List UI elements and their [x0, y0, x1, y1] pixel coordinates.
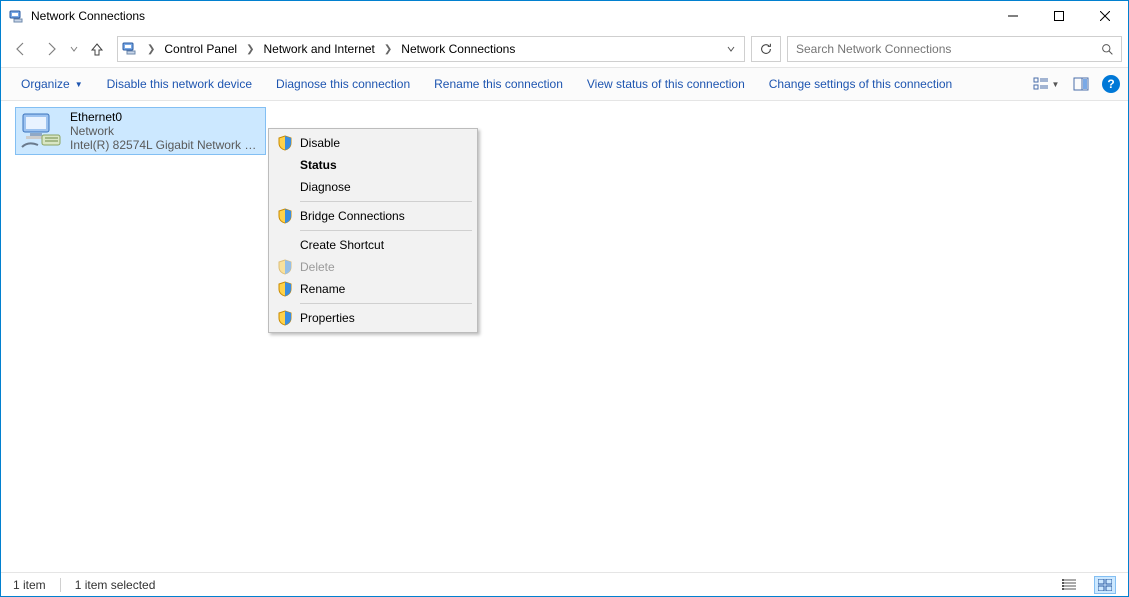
close-button[interactable]	[1082, 1, 1128, 31]
change-settings-command[interactable]: Change settings of this connection	[757, 68, 964, 100]
adapter-icon	[20, 111, 64, 151]
details-view-button[interactable]	[1058, 576, 1080, 594]
chevron-down-icon: ▼	[1052, 80, 1060, 89]
menu-label: Disable	[300, 136, 340, 150]
shield-icon	[277, 281, 293, 297]
titlebar: Network Connections	[1, 1, 1128, 31]
search-box[interactable]	[787, 36, 1122, 62]
menu-label: Create Shortcut	[300, 238, 384, 252]
maximize-button[interactable]	[1036, 1, 1082, 31]
chevron-right-icon[interactable]: ❯	[381, 44, 395, 55]
breadcrumb-item[interactable]: Network and Internet	[260, 37, 379, 61]
menu-create-shortcut[interactable]: Create Shortcut	[272, 234, 474, 256]
content-area[interactable]: Ethernet0 Network Intel(R) 82574L Gigabi…	[1, 101, 1128, 572]
rename-command[interactable]: Rename this connection	[422, 68, 575, 100]
chevron-right-icon[interactable]: ❯	[144, 44, 158, 55]
status-bar: 1 item 1 item selected	[1, 572, 1128, 596]
recent-dropdown[interactable]	[67, 35, 81, 63]
status-divider	[60, 578, 61, 592]
menu-status[interactable]: Status	[272, 154, 474, 176]
menu-diagnose[interactable]: Diagnose	[272, 176, 474, 198]
status-item-count: 1 item	[13, 578, 46, 592]
shield-icon	[277, 259, 293, 275]
shield-icon	[277, 135, 293, 151]
address-dropdown[interactable]	[722, 45, 740, 53]
back-button[interactable]	[7, 35, 35, 63]
adapter-device: Intel(R) 82574L Gigabit Network C...	[70, 138, 260, 152]
search-icon[interactable]	[1099, 43, 1115, 56]
status-selected-count: 1 item selected	[75, 578, 156, 592]
menu-disable[interactable]: Disable	[272, 132, 474, 154]
menu-delete: Delete	[272, 256, 474, 278]
menu-separator	[300, 201, 472, 202]
diagnose-command[interactable]: Diagnose this connection	[264, 68, 422, 100]
chevron-down-icon: ▼	[75, 80, 83, 89]
address-bar[interactable]: ❯ Control Panel ❯ Network and Internet ❯…	[117, 36, 745, 62]
menu-properties[interactable]: Properties	[272, 307, 474, 329]
adapter-network: Network	[70, 124, 260, 138]
menu-separator	[300, 303, 472, 304]
menu-label: Bridge Connections	[300, 209, 405, 223]
app-icon	[9, 8, 25, 24]
adapter-info: Ethernet0 Network Intel(R) 82574L Gigabi…	[70, 110, 260, 152]
menu-label: Properties	[300, 311, 355, 325]
tiles-view-button[interactable]	[1094, 576, 1116, 594]
refresh-button[interactable]	[751, 36, 781, 62]
menu-label: Status	[300, 158, 337, 172]
window-title: Network Connections	[31, 9, 145, 23]
adapter-name: Ethernet0	[70, 110, 260, 124]
menu-label: Diagnose	[300, 180, 351, 194]
minimize-button[interactable]	[990, 1, 1036, 31]
breadcrumb-item[interactable]: Control Panel	[160, 37, 241, 61]
chevron-right-icon[interactable]: ❯	[243, 44, 257, 55]
organize-menu[interactable]: Organize ▼	[9, 68, 95, 100]
search-input[interactable]	[794, 41, 1099, 57]
menu-separator	[300, 230, 472, 231]
menu-rename[interactable]: Rename	[272, 278, 474, 300]
shield-icon	[277, 310, 293, 326]
disable-device-command[interactable]: Disable this network device	[95, 68, 264, 100]
organize-label: Organize	[21, 77, 70, 91]
location-icon	[122, 40, 140, 58]
window: Network Connections	[0, 0, 1129, 597]
breadcrumb-item[interactable]: Network Connections	[397, 37, 519, 61]
preview-pane-button[interactable]	[1068, 71, 1094, 97]
network-adapter-item[interactable]: Ethernet0 Network Intel(R) 82574L Gigabi…	[15, 107, 266, 155]
menu-label: Rename	[300, 282, 345, 296]
menu-bridge[interactable]: Bridge Connections	[272, 205, 474, 227]
forward-button[interactable]	[37, 35, 65, 63]
menu-label: Delete	[300, 260, 335, 274]
context-menu: Disable Status Diagnose Bridge Connectio…	[268, 128, 478, 333]
shield-icon	[277, 208, 293, 224]
up-button[interactable]	[83, 35, 111, 63]
help-button[interactable]: ?	[1102, 75, 1120, 93]
view-status-command[interactable]: View status of this connection	[575, 68, 757, 100]
view-options-button[interactable]: ▼	[1026, 71, 1066, 97]
navbar: ❯ Control Panel ❯ Network and Internet ❯…	[1, 31, 1128, 67]
command-bar: Organize ▼ Disable this network device D…	[1, 67, 1128, 101]
